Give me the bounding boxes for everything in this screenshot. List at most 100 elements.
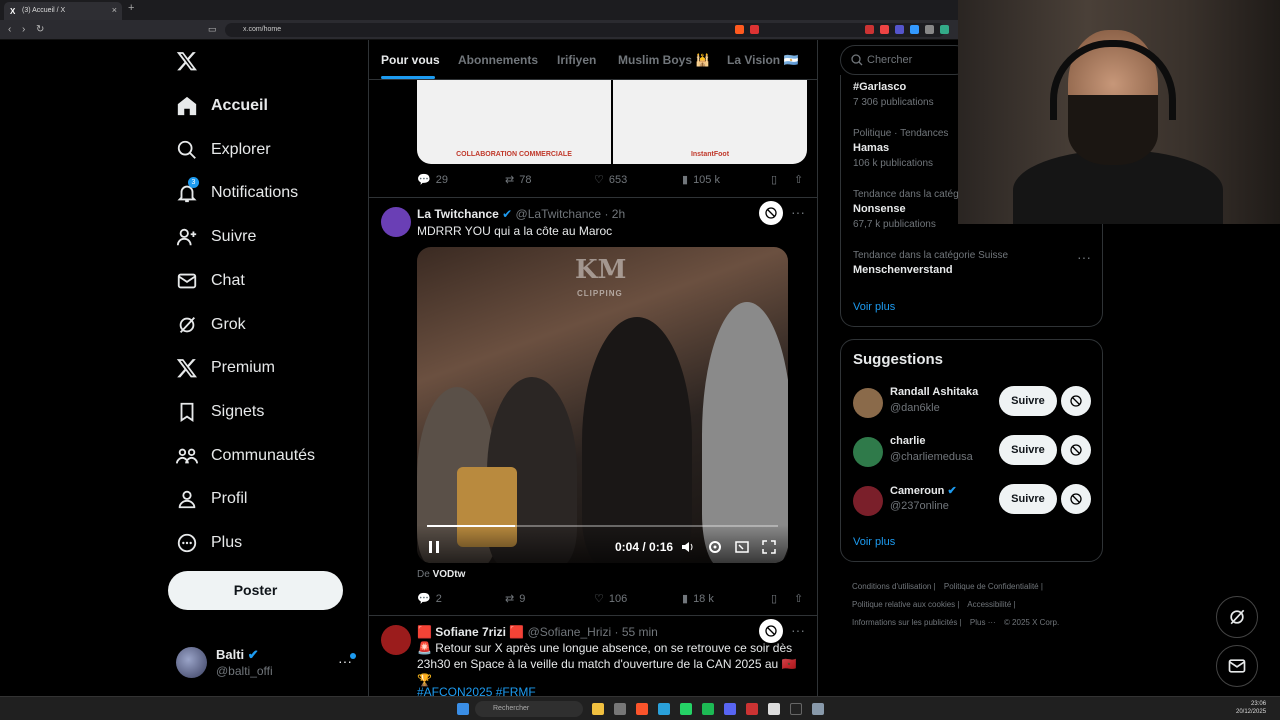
post-time[interactable]: · 55 min <box>615 625 658 639</box>
extension-icon[interactable] <box>940 25 949 34</box>
close-tab-icon[interactable]: × <box>112 5 117 15</box>
tab-list[interactable]: Irifiyen <box>557 53 596 67</box>
trend-item[interactable]: Tendance dans la catégorie Nonsense 67,7 k… <box>853 189 975 230</box>
source-link[interactable]: VODtw <box>433 569 466 580</box>
spotify-icon[interactable] <box>702 703 714 715</box>
follow-button[interactable]: Suivre <box>999 484 1057 514</box>
volume-icon[interactable] <box>681 540 695 554</box>
repost-button[interactable]: ⇄ 78 <box>505 173 531 187</box>
extension-icon[interactable] <box>925 25 934 34</box>
nav-bookmarks[interactable]: Signets <box>176 397 264 427</box>
extension-icon[interactable] <box>750 25 759 34</box>
footer-link[interactable]: Informations sur les publicités | <box>852 618 962 627</box>
trend-item[interactable]: Politique · Tendances Hamas 106 k publicat… <box>853 128 948 169</box>
ad-media[interactable]: COLLABORATION COMMERCIALE InstantFoot <box>417 80 807 164</box>
author-handle[interactable]: @Sofiane_Hrizi <box>528 625 612 639</box>
trend-item[interactable]: Tendance dans la catégorie Suisse Mensche… <box>853 250 1008 280</box>
app-icon[interactable] <box>768 703 780 715</box>
nav-chat[interactable]: Chat <box>176 266 245 296</box>
like-button[interactable]: ♡ 653 <box>594 173 627 187</box>
tab-for-you[interactable]: Pour vous <box>381 53 440 67</box>
grok-button[interactable] <box>1216 596 1258 638</box>
whatsapp-icon[interactable] <box>680 703 692 715</box>
fullscreen-icon[interactable] <box>762 540 776 554</box>
show-more-link[interactable]: Voir plus <box>853 301 895 313</box>
footer-link[interactable]: Plus ··· <box>970 618 996 627</box>
video-player[interactable]: KM CLIPPING 0:04 / 0:16 <box>417 247 788 563</box>
author-handle[interactable]: @LaTwitchance <box>516 207 602 221</box>
avatar[interactable] <box>381 207 411 237</box>
block-button[interactable] <box>1061 435 1091 465</box>
avatar[interactable] <box>381 625 411 655</box>
extension-icon[interactable] <box>895 25 904 34</box>
system-clock[interactable]: 23:06 20/12/2025 <box>1236 700 1266 716</box>
pause-icon[interactable] <box>427 540 441 554</box>
suggestion-row[interactable]: charlie @charliemedusa Suivre <box>853 434 1093 470</box>
tab-list[interactable]: La Vision 🇦🇷 <box>727 53 798 67</box>
extension-icon[interactable] <box>910 25 919 34</box>
app-icon[interactable] <box>614 703 626 715</box>
file-explorer-icon[interactable] <box>592 703 604 715</box>
follow-button[interactable]: Suivre <box>999 435 1057 465</box>
bookmark-button[interactable]: ▯ <box>771 592 777 605</box>
video-progress[interactable] <box>427 525 778 527</box>
author-name[interactable]: 🟥 Sofiane 7rizi 🟥 <box>417 625 524 639</box>
nav-notifications[interactable]: 3 Notifications <box>176 177 298 208</box>
discord-icon[interactable] <box>724 703 736 715</box>
follow-button[interactable]: Suivre <box>999 386 1057 416</box>
browser-tab[interactable]: X (3) Accueil / X × <box>4 2 122 20</box>
settings-icon[interactable] <box>708 540 722 554</box>
start-icon[interactable] <box>457 703 469 715</box>
nav-explore[interactable]: Explorer <box>176 135 271 165</box>
back-icon[interactable]: ‹ <box>8 24 11 35</box>
like-button[interactable]: ♡ 106 <box>594 592 627 606</box>
block-button[interactable] <box>759 201 783 225</box>
tab-list[interactable]: Muslim Boys 🕌 <box>618 53 710 67</box>
bookmark-page-icon[interactable]: ▭ <box>208 24 217 35</box>
app-icon[interactable] <box>790 703 802 715</box>
address-bar[interactable]: x.com/home <box>225 23 945 37</box>
views-button[interactable]: ▮ 105 k <box>682 173 720 187</box>
app-icon[interactable] <box>746 703 758 715</box>
new-tab-icon[interactable]: + <box>128 2 134 14</box>
post-time[interactable]: · 2h <box>604 207 625 221</box>
views-button[interactable]: ▮ 18 k <box>682 592 714 606</box>
telegram-icon[interactable] <box>658 703 670 715</box>
footer-link[interactable]: Politique de Confidentialité | <box>944 582 1043 591</box>
block-button[interactable] <box>1061 386 1091 416</box>
reply-button[interactable]: 💬 2 <box>417 592 442 606</box>
brave-shield-icon[interactable] <box>735 25 744 34</box>
x-logo-icon[interactable] <box>176 50 198 72</box>
reload-icon[interactable]: ↻ <box>36 24 44 35</box>
footer-link[interactable]: Politique relative aux cookies | <box>852 600 959 609</box>
brave-icon[interactable] <box>636 703 648 715</box>
more-options-icon[interactable]: ··· <box>1077 249 1091 265</box>
nav-follow[interactable]: Suivre <box>176 222 256 252</box>
picture-in-picture-icon[interactable] <box>735 540 749 554</box>
share-icon[interactable]: ⇧ <box>794 173 803 186</box>
bookmark-button[interactable]: ▯ <box>771 173 777 186</box>
nav-more[interactable]: Plus <box>176 528 242 558</box>
repost-button[interactable]: ⇄ 9 <box>505 592 525 606</box>
messages-button[interactable] <box>1216 645 1258 687</box>
nav-grok[interactable]: Grok <box>176 310 246 340</box>
more-options-icon[interactable]: ··· <box>791 204 805 220</box>
extension-icon[interactable] <box>880 25 889 34</box>
show-more-link[interactable]: Voir plus <box>853 536 895 548</box>
nav-premium[interactable]: Premium <box>176 353 275 383</box>
taskbar-search[interactable]: Rechercher <box>475 701 583 717</box>
suggestion-row[interactable]: Cameroun ✔ @237online Suivre <box>853 483 1093 519</box>
post-button[interactable]: Poster <box>168 571 343 610</box>
block-button[interactable] <box>1061 484 1091 514</box>
author-name[interactable]: La Twitchance <box>417 207 499 221</box>
share-icon[interactable]: ⇧ <box>794 592 803 605</box>
hashtags[interactable]: #AFCON2025 #FRMF <box>417 685 536 696</box>
account-switcher[interactable]: Balti ✔ @balti_offi ··· <box>176 645 356 681</box>
extension-icon[interactable] <box>865 25 874 34</box>
more-options-icon[interactable]: ··· <box>791 622 805 638</box>
settings-icon[interactable] <box>812 703 824 715</box>
footer-link[interactable]: Accessibilité | <box>967 600 1015 609</box>
nav-communities[interactable]: Communautés <box>176 441 315 471</box>
footer-link[interactable]: Conditions d'utilisation | <box>852 582 936 591</box>
forward-icon[interactable]: › <box>22 24 25 35</box>
